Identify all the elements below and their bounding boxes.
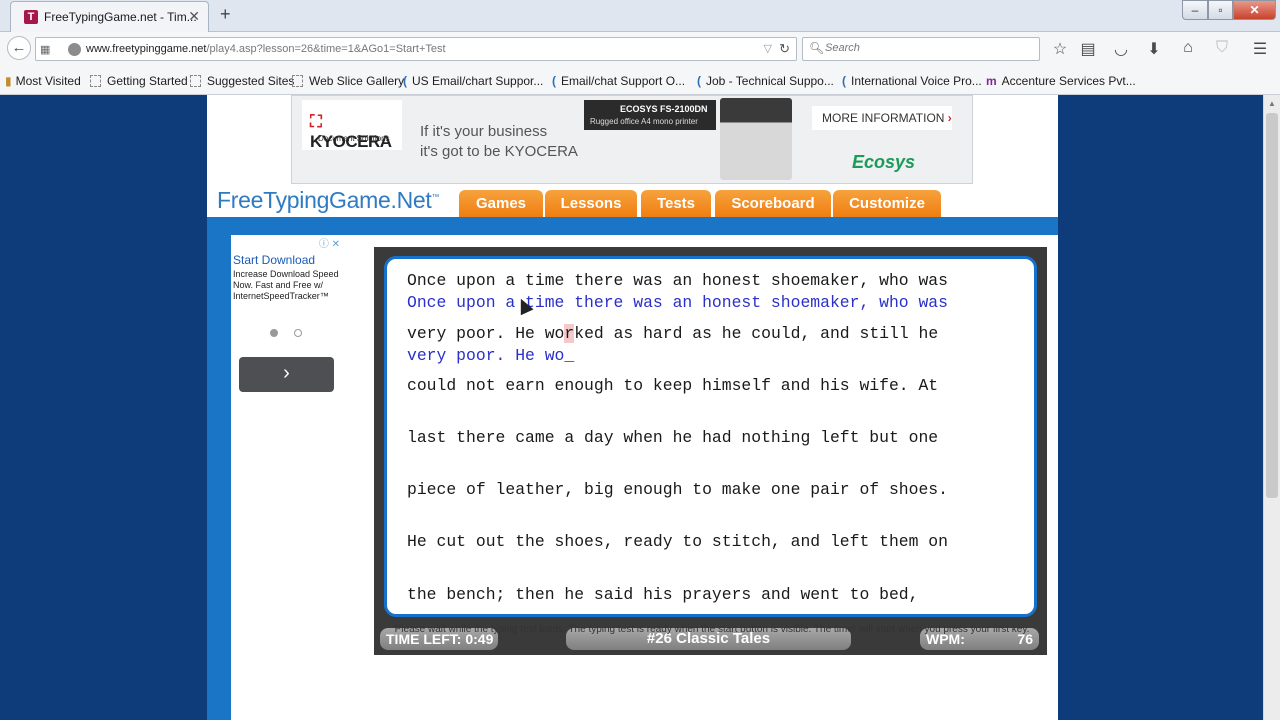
more-information-button[interactable]: MORE INFORMATION › (812, 106, 952, 130)
bookmark-item[interactable]: (International Voice Pro... (842, 74, 982, 88)
source-line: could not earn enough to keep himself an… (407, 376, 939, 395)
shield-icon[interactable]: ⛉ (1212, 39, 1232, 57)
source-line: piece of leather, big enough to make one… (407, 480, 948, 499)
site-logo-icon: ( (842, 74, 846, 88)
bookmarks-toolbar: ▮ Most Visited Getting Started Suggested … (0, 66, 1280, 95)
bookmark-item[interactable]: (Job - Technical Suppo... (697, 74, 834, 88)
nav-underline (207, 217, 1058, 235)
page-content: ⛶ KYOCERA Document Solutions If it's you… (207, 95, 1058, 720)
typed-line: Once upon a time there was an honest sho… (407, 293, 948, 312)
source-line: He cut out the shoes, ready to stitch, a… (407, 532, 948, 551)
url-dropdown-icon[interactable]: ▽ (764, 42, 772, 55)
scroll-up-icon[interactable]: ▲ (1264, 95, 1280, 112)
url-host: www.freetypinggame.net (86, 43, 207, 55)
home-icon[interactable]: ⌂ (1178, 39, 1198, 57)
ad-tagline: If it's your business it's got to be KYO… (420, 123, 578, 160)
site-logo-icon: ( (403, 74, 407, 88)
site-favicon-icon: T (24, 10, 38, 24)
page-scrollbar[interactable]: ▲ (1263, 95, 1280, 720)
source-line: the bench; then he said his prayers and … (407, 585, 919, 604)
next-arrow-button[interactable]: › (239, 357, 334, 392)
scroll-thumb[interactable] (1266, 113, 1278, 498)
side-ad-body: Increase Download Speed Now. Fast and Fr… (233, 269, 339, 301)
side-ad[interactable]: ⓘ ✕ Start Download Increase Download Spe… (231, 235, 342, 720)
tab-close-icon[interactable]: ✕ (188, 8, 200, 25)
tab-customize[interactable]: Customize (833, 190, 941, 218)
ad-banner[interactable]: ⛶ KYOCERA Document Solutions If it's you… (291, 95, 973, 184)
current-character: r (564, 324, 575, 343)
grid-icon: ▦ (40, 44, 51, 56)
minimize-button[interactable]: – (1182, 0, 1208, 20)
carousel-dot[interactable] (270, 329, 278, 337)
maximize-button[interactable]: ▫ (1208, 0, 1233, 20)
address-bar[interactable]: ▦ www.freetypinggame.net/play4.asp?lesso… (35, 37, 797, 61)
bookmark-item[interactable]: (US Email/chart Suppor... (403, 74, 543, 88)
kyocera-mark-icon: ⛶ (310, 112, 322, 131)
ecosys-logo: Ecosys (852, 152, 916, 172)
bookmark-item[interactable]: (Email/chat Support O... (552, 74, 685, 88)
page-icon (190, 75, 201, 87)
ad-choices-icon[interactable]: ⓘ ✕ (319, 235, 340, 250)
url-text[interactable]: www.freetypinggame.net/play4.asp?lesson=… (86, 43, 446, 55)
site-logo-icon: ( (552, 74, 556, 88)
site-logo[interactable]: FreeTypingGame.Net™ (217, 187, 439, 214)
download-icon[interactable]: ⬇ (1144, 39, 1164, 59)
search-icon: 🔍︎ (809, 41, 825, 55)
printer-image (720, 98, 792, 180)
page-icon (90, 75, 101, 87)
tab-scoreboard[interactable]: Scoreboard (715, 190, 831, 218)
ad-model-box: ECOSYS FS-2100DN Rugged office A4 mono p… (584, 100, 716, 130)
bookmark-star-icon[interactable]: ☆ (1050, 39, 1070, 59)
source-line: very poor. He worked as hard as he could… (407, 324, 939, 343)
side-ad-title[interactable]: Start Download (233, 253, 315, 267)
browser-tab[interactable]: T FreeTypingGame.net - Tim... ✕ (10, 1, 209, 32)
page-icon (292, 75, 303, 87)
source-line: Once upon a time there was an honest sho… (407, 271, 948, 290)
typed-line: very poor. He wo_ (407, 346, 575, 365)
bookmark-item[interactable]: Web Slice Gallery (292, 74, 404, 88)
back-button[interactable]: ← (7, 36, 31, 60)
kyocera-logo: ⛶ KYOCERA Document Solutions (302, 100, 402, 151)
chevron-right-icon: › (947, 111, 952, 125)
bookmark-folder-icon: ▮ (5, 74, 12, 88)
url-path: /play4.asp?lesson=26&time=1&AGo1=Start+T… (206, 43, 446, 55)
left-sidebar: ⓘ ✕ Start Download Increase Download Spe… (207, 235, 342, 720)
bookmark-item[interactable]: Suggested Sites (190, 74, 294, 88)
pocket-icon[interactable]: ◡ (1111, 39, 1131, 59)
site-info-icon[interactable] (68, 43, 81, 56)
tab-title: FreeTypingGame.net - Tim... (44, 10, 197, 24)
reload-icon[interactable]: ↻ (779, 41, 790, 57)
loading-note: Please wait while the typing test loads.… (394, 624, 1030, 635)
carousel-dot[interactable] (294, 329, 302, 337)
window-titlebar: T FreeTypingGame.net - Tim... ✕ + – ▫ ✕ (0, 0, 1280, 32)
search-input[interactable] (825, 42, 1025, 54)
source-line: last there came a day when he had nothin… (407, 428, 939, 447)
close-window-button[interactable]: ✕ (1233, 0, 1276, 20)
typing-game-frame: Once upon a time there was an honest sho… (374, 247, 1047, 655)
bookmark-item[interactable]: Getting Started (90, 74, 188, 88)
search-bar[interactable]: 🔍︎ (802, 37, 1040, 61)
typing-game-area: Once upon a time there was an honest sho… (367, 235, 1058, 720)
reading-list-icon[interactable]: ▤ (1078, 39, 1098, 59)
tab-tests[interactable]: Tests (641, 190, 711, 218)
bookmark-item[interactable]: m Accenture Services Pvt... (986, 74, 1136, 88)
typing-text-panel[interactable]: Once upon a time there was an honest sho… (384, 256, 1037, 617)
navigation-toolbar: ← ▦ www.freetypinggame.net/play4.asp?les… (0, 32, 1280, 66)
tab-games[interactable]: Games (459, 190, 543, 218)
tab-lessons[interactable]: Lessons (545, 190, 637, 218)
accenture-logo-icon: m (986, 74, 997, 88)
new-tab-icon[interactable]: + (220, 4, 231, 25)
bookmark-item[interactable]: ▮ Most Visited (5, 74, 81, 88)
site-logo-icon: ( (697, 74, 701, 88)
menu-icon[interactable]: ☰ (1250, 39, 1270, 59)
